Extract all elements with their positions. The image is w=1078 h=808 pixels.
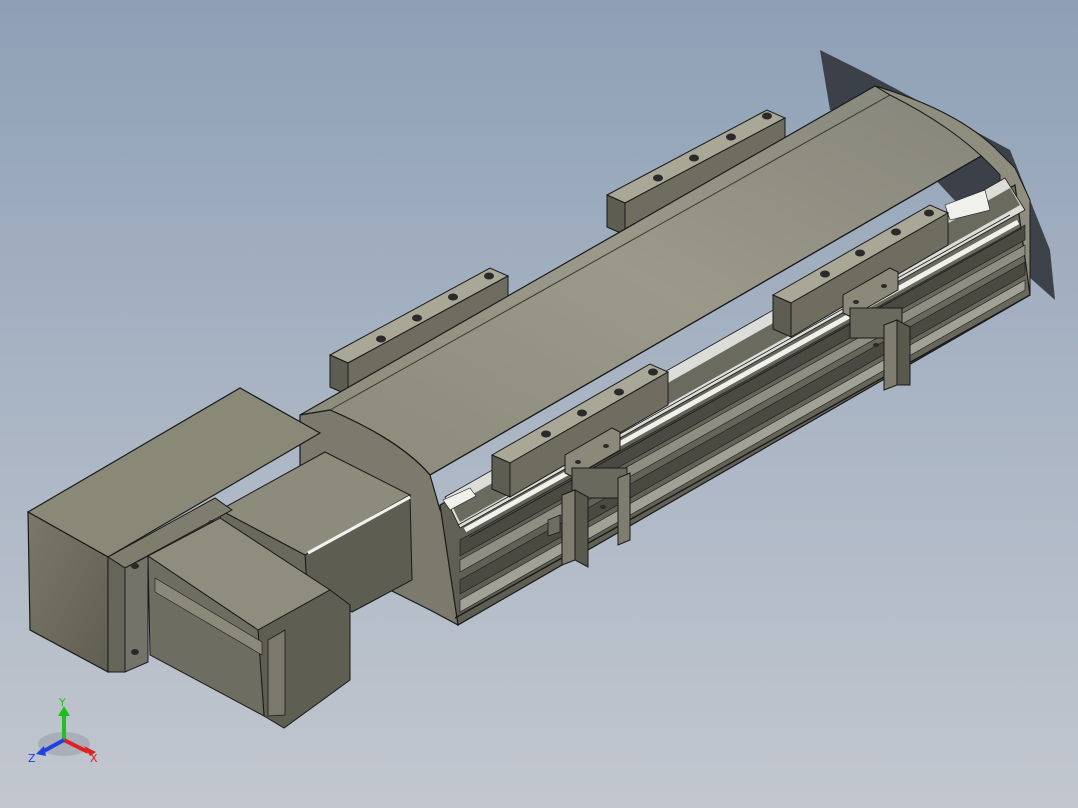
cad-viewport[interactable]: Y X Z <box>0 0 1078 808</box>
z-axis-label: Z <box>28 752 36 765</box>
axis-triad[interactable]: Y X Z <box>24 692 108 768</box>
x-axis-label: X <box>90 752 98 765</box>
linear-module-model[interactable] <box>0 0 1078 808</box>
y-axis-label: Y <box>58 696 66 709</box>
